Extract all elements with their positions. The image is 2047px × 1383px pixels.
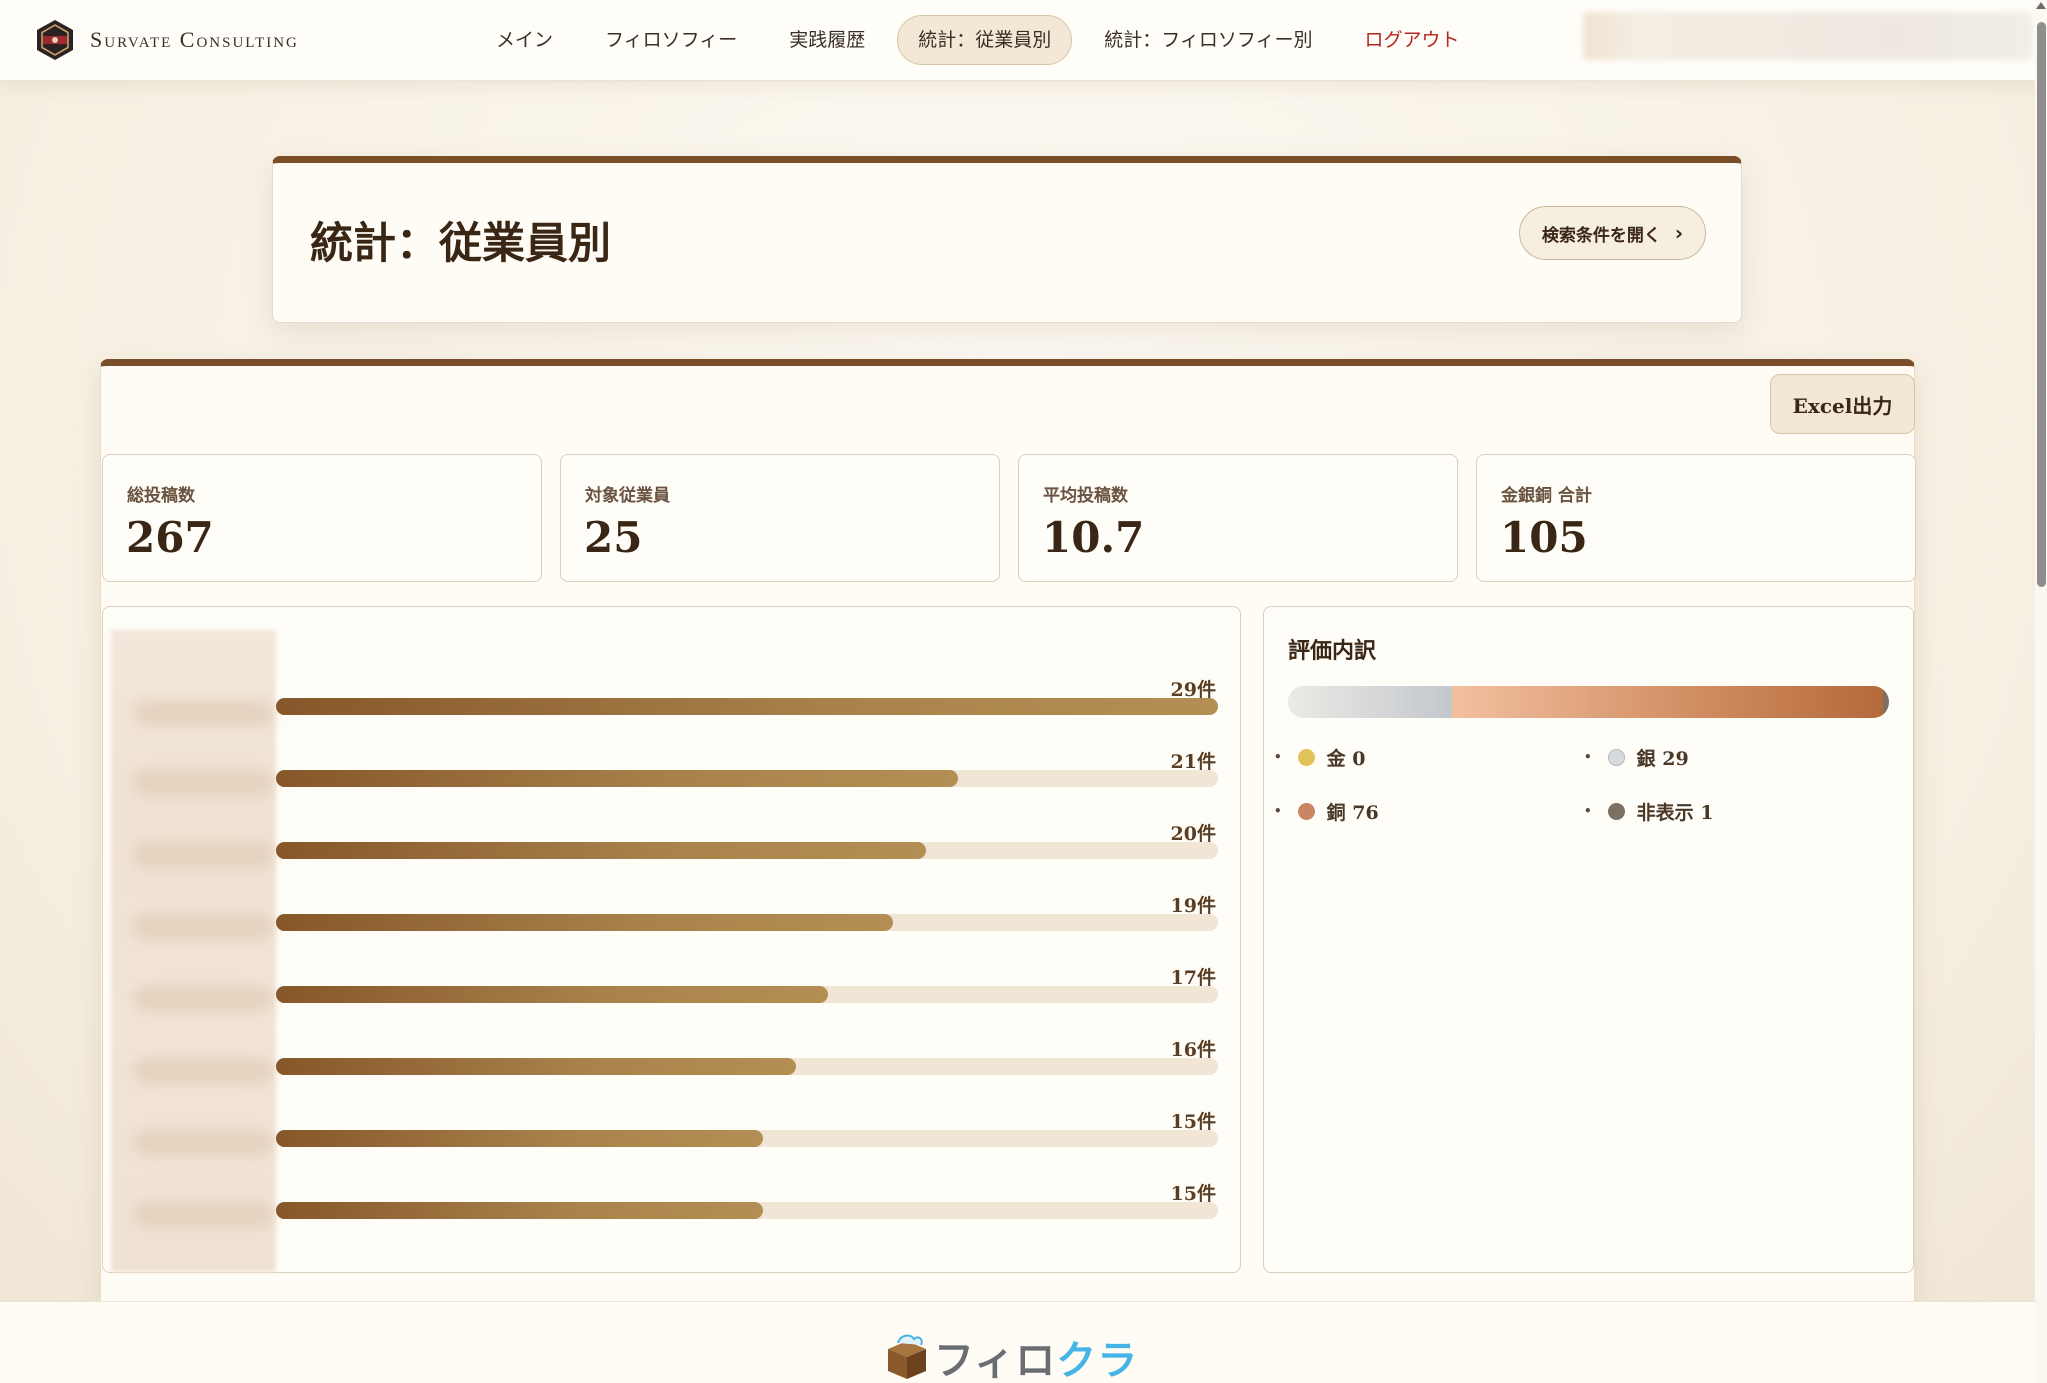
bullet: •: [1274, 804, 1282, 818]
kpi-label: 平均投稿数: [1043, 486, 1128, 506]
footer: フィロクラ: [0, 1301, 2035, 1383]
footer-brand-part2: クラ: [1056, 1338, 1139, 1383]
nav-item-philosophy[interactable]: フィロソフィー: [585, 15, 757, 65]
bar-fill: [276, 1202, 763, 1219]
legend-label: 銅 76: [1326, 801, 1379, 824]
footer-logo[interactable]: フィロクラ: [884, 1328, 1138, 1383]
hidden-rating-icon: [1607, 802, 1625, 820]
kpi-value: 267: [126, 513, 214, 562]
logout-link[interactable]: ログアウト: [1345, 15, 1480, 65]
footer-brand-part1: フィロ: [934, 1338, 1057, 1383]
chevron-right-icon: ›: [1674, 221, 1684, 245]
open-search-conditions-button[interactable]: 検索条件を開く ›: [1519, 206, 1706, 260]
bullet: •: [1274, 750, 1282, 764]
title-panel: 統計：従業員別 検索条件を開く ›: [272, 156, 1742, 323]
scroll-up-arrow-icon[interactable]: [2036, 2, 2046, 9]
redacted-name: [133, 770, 273, 796]
kpi-value: 105: [1500, 513, 1588, 562]
account-info-redacted: [1583, 12, 2033, 60]
silver-medal-icon: [1607, 748, 1625, 766]
rating-segment-silver: [1288, 686, 1453, 718]
bar-fill: [276, 986, 828, 1003]
bar-track: [276, 914, 1218, 931]
brand[interactable]: Survate Consulting: [34, 17, 299, 63]
top-navigation-bar: Survate Consulting メイン フィロソフィー 実践履歴 統計：従…: [0, 0, 2047, 81]
kpi-medal-total: 金銀銅 合計 105: [1476, 454, 1916, 582]
brand-logo-icon: [37, 20, 73, 60]
employee-names-redacted: [111, 630, 276, 1272]
kpi-value: 10.7: [1042, 513, 1145, 562]
nav-item-stats-by-philosophy[interactable]: 統計：フィロソフィー別: [1084, 15, 1332, 65]
legend-label: 銀 29: [1636, 747, 1689, 770]
stats-panel: Excel出力 総投稿数 267 対象従業員 25 平均投稿数 10.7 金銀銅…: [100, 359, 1916, 1383]
kpi-target-employees: 対象従業員 25: [560, 454, 1000, 582]
bar-fill: [276, 770, 958, 787]
kpi-total-posts: 総投稿数 267: [102, 454, 542, 582]
gold-medal-icon: [1297, 748, 1315, 766]
open-box-icon: [888, 1334, 926, 1379]
legend-hidden: • 非表示 1: [1584, 796, 1714, 826]
redacted-name: [133, 700, 273, 726]
excel-export-button[interactable]: Excel出力: [1770, 374, 1915, 434]
redacted-name: [133, 842, 273, 868]
bar-track: [276, 1202, 1218, 1219]
bar-track: [276, 770, 1218, 787]
rating-segment-bronze: [1452, 686, 1884, 718]
legend-silver: • 銀 29: [1584, 742, 1689, 772]
redacted-name: [133, 1202, 273, 1228]
redacted-name: [133, 1130, 273, 1156]
redacted-name: [133, 986, 273, 1012]
legend-label: 非表示 1: [1636, 801, 1714, 824]
main-nav: メイン フィロソフィー 実践履歴 統計：従業員別 統計：フィロソフィー別 ログア…: [476, 14, 1492, 66]
bullet: •: [1584, 750, 1592, 764]
redacted-name: [133, 1058, 273, 1084]
nav-item-stats-by-employee[interactable]: 統計：従業員別: [897, 15, 1073, 65]
kpi-label: 総投稿数: [127, 486, 195, 506]
legend-label: 金 0: [1326, 747, 1366, 770]
bar-track: [276, 1058, 1218, 1075]
legend-gold: • 金 0: [1274, 742, 1366, 772]
bar-fill: [276, 1130, 763, 1147]
bar-fill: [276, 842, 926, 859]
kpi-label: 金銀銅 合計: [1501, 486, 1592, 506]
scrollbar-thumb[interactable]: [2037, 22, 2046, 587]
bar-fill: [276, 698, 1218, 715]
bar-fill: [276, 914, 893, 931]
bronze-medal-icon: [1297, 802, 1315, 820]
bar-track: [276, 1130, 1218, 1147]
nav-item-main[interactable]: メイン: [476, 15, 573, 65]
bullet: •: [1584, 804, 1592, 818]
bar-track: [276, 986, 1218, 1003]
employee-posts-chart: 29件 21件 20件 19件 17件 16件 15件 15件: [102, 606, 1241, 1273]
bar-track: [276, 842, 1218, 859]
footer-brand-name: フィロクラ: [934, 1328, 1138, 1383]
legend-bronze: • 銅 76: [1274, 796, 1379, 826]
rating-breakdown-title: 評価内訳: [1288, 638, 1377, 664]
bar-track: [276, 698, 1218, 715]
rating-breakdown-card: 評価内訳 • 金 0 • 銀 29 • 銅 76 • 非表示 1: [1263, 606, 1914, 1273]
brand-name: Survate Consulting: [90, 27, 299, 52]
rating-stacked-bar: [1288, 686, 1889, 718]
kpi-average-posts: 平均投稿数 10.7: [1018, 454, 1458, 582]
kpi-label: 対象従業員: [585, 486, 670, 506]
kpi-value: 25: [584, 513, 643, 562]
nav-item-practice-history[interactable]: 実践履歴: [769, 15, 885, 65]
search-toggle-label: 検索条件を開く: [1541, 225, 1661, 246]
rating-segment-hidden: [1883, 686, 1889, 718]
redacted-name: [133, 914, 273, 940]
bar-fill: [276, 1058, 796, 1075]
page-title: 統計：従業員別: [310, 219, 611, 269]
